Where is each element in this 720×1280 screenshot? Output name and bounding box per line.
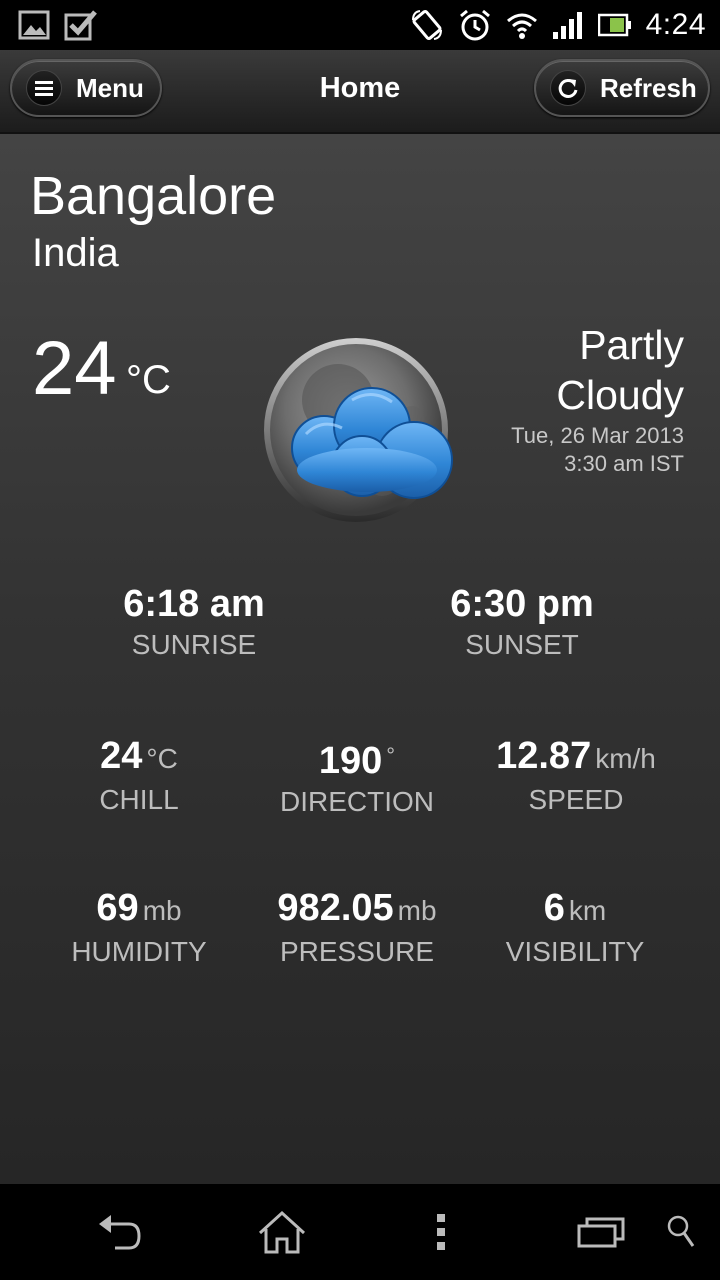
chill-stat: 24 °C CHILL [54,734,224,817]
condition-text: Partly Cloudy [556,320,684,420]
visibility-unit: km [568,895,607,926]
recent-apps-button[interactable] [566,1184,636,1280]
chill-label: CHILL [99,784,179,815]
more-icon [437,1214,445,1250]
navigation-bar [0,1184,720,1280]
speed-stat: 12.87 km/h SPEED [466,734,686,817]
direction-value: 190 [318,740,383,782]
country-name: India [32,231,119,275]
sunrise-value: 6:18 am [123,583,265,625]
action-bar: Menu Home Refresh [0,50,720,134]
condition-line-2: Cloudy [556,372,684,418]
sunrise-label: SUNRISE [131,629,257,660]
more-options-button[interactable] [416,1184,466,1280]
condition-line-1: Partly [579,322,684,368]
recent-apps-icon [577,1217,625,1248]
alarm-icon [459,9,490,41]
visibility-stat: 6 km VISIBILITY [480,886,670,969]
gallery-icon [18,10,50,40]
refresh-icon [550,70,586,106]
sunrise-stat: 6:18 am SUNRISE [94,582,294,662]
sunset-label: SUNSET [465,629,579,660]
status-bar: 4:24 [0,0,720,50]
speed-label: SPEED [528,784,624,815]
battery-icon [597,13,631,37]
signal-icon [552,12,582,39]
speed-value: 12.87 [496,735,592,777]
observation-date: Tue, 26 Mar 2013 [511,423,684,448]
direction-stat: 190 ° DIRECTION [262,734,452,819]
observation-time: Tue, 26 Mar 2013 3:30 am IST [511,422,684,478]
humidity-stat: 69 mb HUMIDITY [54,886,224,969]
chill-value: 24 [100,735,143,777]
refresh-button[interactable]: Refresh [534,59,710,117]
direction-label: DIRECTION [280,786,434,817]
search-button[interactable] [656,1184,706,1280]
weather-content: Bangalore India 24 °C Partly Cloudy Tue,… [0,134,720,1184]
visibility-label: VISIBILITY [505,936,645,967]
pressure-unit: mb [397,895,437,926]
humidity-unit: mb [142,895,182,926]
observation-clock: 3:30 am IST [564,451,684,476]
clock: 4:24 [645,8,706,41]
wifi-icon [506,13,537,39]
refresh-label: Refresh [600,72,697,103]
checkbox-icon [64,10,97,41]
chill-unit: °C [146,743,178,774]
humidity-label: HUMIDITY [71,936,207,967]
speed-unit: km/h [595,743,656,774]
home-button[interactable] [244,1184,320,1280]
rotate-icon [411,9,442,41]
humidity-value: 69 [96,887,139,929]
sunset-value: 6:30 pm [450,583,594,625]
temperature-unit: °C [126,358,171,402]
pressure-stat: 982.05 mb PRESSURE [252,886,462,969]
search-icon [667,1215,695,1247]
home-icon [258,1210,306,1254]
back-icon [99,1215,141,1250]
pressure-label: PRESSURE [279,936,435,967]
city-name: Bangalore [30,166,277,226]
pressure-value: 982.05 [277,887,394,929]
visibility-value: 6 [543,887,565,929]
current-temperature: 24 [32,326,117,411]
back-button[interactable] [82,1184,158,1280]
sunset-stat: 6:30 pm SUNSET [422,582,622,662]
screen: 4:24 Menu Home Refresh Bangalore India 2… [0,0,720,1280]
partly-cloudy-night-icon [264,338,453,522]
direction-unit: ° [386,743,396,768]
